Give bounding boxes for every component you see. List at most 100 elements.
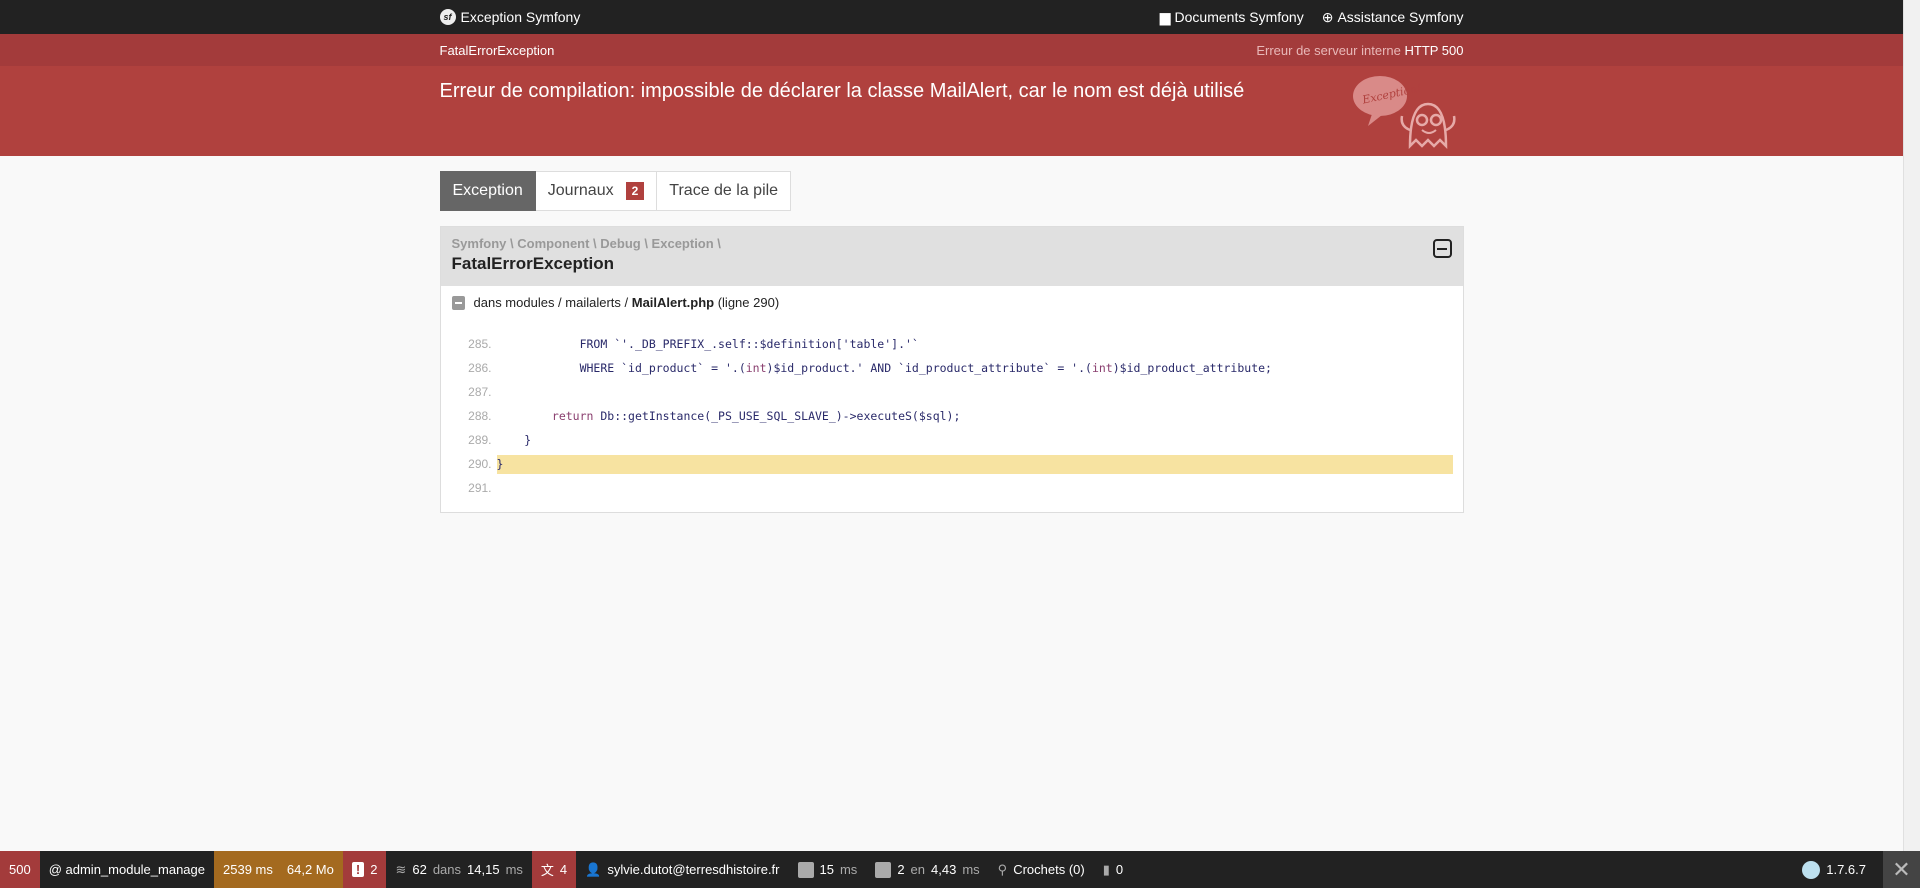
version-value: 1.7.6.7	[1826, 862, 1866, 877]
tab-label: Journaux	[547, 182, 614, 199]
code-line: 287.	[441, 380, 1463, 404]
prestashop-logo-icon	[1802, 860, 1821, 879]
line-source	[497, 383, 1453, 402]
lifebuoy-icon: ⊕	[1321, 8, 1334, 25]
tab-exception[interactable]: Exception	[439, 171, 536, 211]
translations-count: 4	[559, 862, 568, 877]
line-number: 290.	[468, 457, 492, 471]
line-number: 287.	[468, 385, 492, 399]
line-source: }	[496, 454, 1453, 474]
code-line: 288. return Db::getInstance(_PS_USE_SQL_…	[441, 404, 1463, 428]
brand-label: Exception Symfony	[460, 9, 581, 25]
help-link[interactable]: ⊕ Assistance Symfony	[1322, 9, 1464, 26]
close-toolbar-button[interactable]: ✕	[1883, 851, 1920, 888]
collapse-toggle-icon[interactable]	[1432, 239, 1452, 258]
cache-time: 4,43	[931, 862, 957, 877]
user-email: sylvie.dutot@terresdhistoire.fr	[607, 862, 780, 877]
toolbar-errors[interactable]: ! 2	[342, 851, 387, 888]
docs-label: Documents Symfony	[1174, 9, 1304, 25]
toolbar-performance[interactable]: 2539 ms 64,2 Mo	[214, 851, 343, 888]
file-line: (ligne 290)	[717, 295, 780, 310]
exception-namespace: Symfony \ Component \ Debug \ Exception …	[451, 236, 721, 251]
http-status: Erreur de serveur interne HTTP 500	[1256, 43, 1463, 58]
top-bar: sf Exception Symfony ▆ Documents Symfony ⊕…	[0, 0, 1903, 34]
ms-unit: ms	[962, 862, 980, 877]
file-path: dans modules / mailalerts /	[473, 295, 629, 310]
close-icon: ✕	[1892, 856, 1911, 882]
toolbar-cache[interactable]: 2 en 4,43 ms	[866, 851, 988, 888]
toolbar-doctrine[interactable]: ≋ 62 dans 14,15 ms	[386, 851, 531, 888]
line-number: 289.	[468, 433, 492, 447]
line-source: }	[496, 432, 532, 447]
tab-logs[interactable]: Journaux 2	[535, 171, 658, 211]
toolbar-twig[interactable]: 15 ms	[789, 851, 867, 888]
collapse-file-icon[interactable]	[451, 295, 465, 310]
exception-panel: Symfony \ Component \ Debug \ Exception …	[439, 226, 1464, 513]
exception-hero: Erreur de compilation: impossible de déc…	[0, 66, 1903, 156]
line-number: 291.	[468, 481, 492, 495]
toolbar-version[interactable]: 1.7.6.7	[1793, 851, 1875, 888]
server-icon	[875, 861, 892, 878]
memory-value: 64,2 Mo	[286, 862, 334, 877]
ms-unit: ms	[839, 862, 858, 877]
line-number: 285.	[468, 337, 492, 351]
time-value: 2539 ms	[223, 862, 273, 877]
ghost-mascot-icon: Exception!	[1352, 76, 1456, 150]
ms-unit: ms	[505, 862, 523, 877]
toolbar-route[interactable]: @ admin_module_manage	[40, 851, 214, 888]
toolbar-status-code[interactable]: 500	[0, 851, 40, 888]
tab-stack-trace[interactable]: Trace de la pile	[657, 171, 792, 211]
line-source: FROM `'._DB_PREFIX_.self::$definition['t…	[496, 336, 919, 351]
file-location[interactable]: dans modules / mailalerts / MailAlert.ph…	[441, 286, 1463, 319]
line-number: 286.	[468, 361, 492, 375]
template-icon	[797, 861, 814, 878]
file-name: MailAlert.php	[631, 295, 715, 310]
debug-toolbar: 500 @ admin_module_manage 2539 ms 64,2 Mo…	[0, 851, 1920, 888]
cache-in-label: en	[910, 862, 926, 877]
status-label: Erreur de serveur interne	[1256, 42, 1401, 58]
route-value: @ admin_module_manage	[48, 862, 205, 877]
code-line: 291.	[441, 476, 1463, 500]
query-count: 62	[412, 862, 427, 877]
brand[interactable]: sf Exception Symfony	[439, 9, 581, 25]
book-icon: ▆	[1159, 8, 1171, 25]
status-code: HTTP 500	[1404, 42, 1464, 58]
query-time: 14,15	[467, 862, 500, 877]
toolbar-user[interactable]: 👤 sylvie.dutot@terresdhistoire.fr	[576, 851, 788, 888]
fuel-value: 0	[1115, 862, 1124, 877]
tab-bar: Exception Journaux 2 Trace de la pile	[439, 171, 1464, 211]
code-line: 286. WHERE `id_product` = '.(int)$id_pro…	[441, 356, 1463, 380]
code-excerpt: 285. FROM `'._DB_PREFIX_.self::$definiti…	[441, 332, 1463, 500]
hooks-label: Crochets (0)	[1013, 862, 1085, 877]
query-in-label: dans	[432, 862, 462, 877]
toolbar-fuel[interactable]: ▮ 0	[1094, 851, 1132, 888]
code-line: 289. }	[441, 428, 1463, 452]
exception-header: Symfony \ Component \ Debug \ Exception …	[440, 227, 1463, 286]
layers-icon: ≋	[395, 861, 407, 877]
exception-type: FatalErrorException	[439, 42, 555, 58]
exception-message: Erreur de compilation: impossible de déc…	[439, 80, 1245, 102]
line-source: return Db::getInstance(_PS_USE_SQL_SLAVE…	[551, 408, 961, 423]
tab-label: Exception	[452, 182, 523, 199]
line-source: WHERE `id_product` = '.(int)$id_product.…	[496, 360, 1272, 375]
exception-class: FatalErrorException	[451, 254, 615, 273]
exception-summary-bar: FatalErrorException Erreur de serveur in…	[0, 34, 1903, 66]
cache-count: 2	[897, 862, 905, 877]
line-number: 288.	[468, 409, 492, 423]
fuel-icon: ▮	[1102, 861, 1110, 877]
docs-link[interactable]: ▆ Documents Symfony	[1160, 9, 1304, 26]
page-scrollbar[interactable]	[1903, 0, 1920, 851]
file-location-text: dans modules / mailalerts / MailAlert.ph…	[474, 295, 780, 310]
toolbar-hooks[interactable]: ⚲ Crochets (0)	[989, 851, 1094, 888]
exclamation-icon: !	[351, 862, 365, 877]
user-icon: 👤	[585, 861, 602, 877]
toolbar-translations[interactable]: 文4	[531, 851, 577, 888]
code-line-highlighted: 290.}	[441, 452, 1463, 476]
line-source	[497, 479, 1453, 498]
code-line: 285. FROM `'._DB_PREFIX_.self::$definiti…	[441, 332, 1463, 356]
status-code-value: 500	[9, 862, 31, 877]
symfony-logo-icon: sf	[439, 9, 456, 25]
help-label: Assistance Symfony	[1337, 9, 1464, 25]
translation-icon: 文	[540, 863, 554, 878]
antenna-icon: ⚲	[997, 861, 1008, 877]
